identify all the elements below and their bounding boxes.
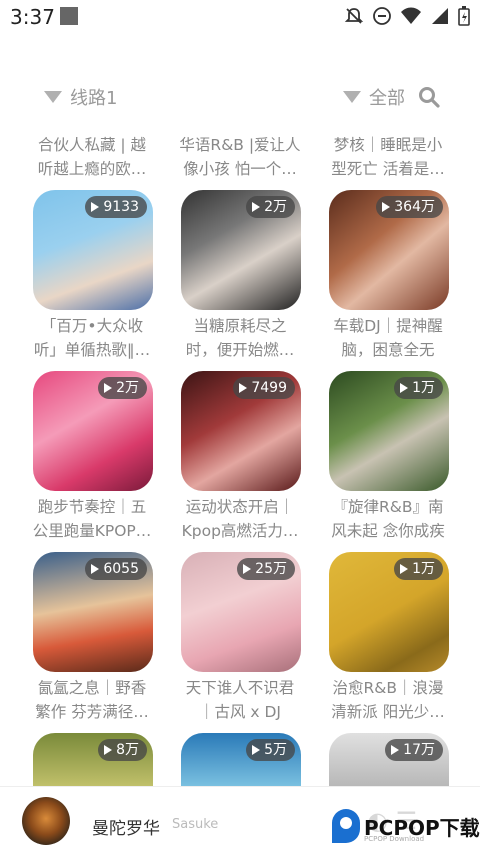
play-count: 8万 — [116, 742, 139, 758]
filter-bar: 线路1 全部 — [0, 84, 480, 112]
playlist-cover[interactable]: 364万 — [329, 190, 449, 310]
play-icon — [400, 383, 409, 393]
play-count-badge: 9133 — [85, 196, 147, 218]
search-icon[interactable] — [418, 86, 440, 108]
play-count: 2万 — [116, 380, 139, 396]
play-icon — [252, 202, 261, 212]
play-count-badge: 5万 — [246, 739, 295, 761]
playlist-cover[interactable]: 8万 — [33, 733, 153, 786]
play-count: 364万 — [394, 199, 435, 215]
playlist-cover[interactable]: 9133 — [33, 190, 153, 310]
playlist-title[interactable]: 当糖原耗尽之时，便开始燃… — [179, 314, 301, 362]
playlist-title[interactable]: 『旋律R&B』南风未起 念你成疾 — [327, 495, 449, 543]
playlist-title[interactable]: 车载DJ｜提神醒脑，困意全无 — [327, 314, 449, 362]
playlist-title[interactable]: 华语R&B |爱让人像小孩 怕一个… — [179, 133, 301, 181]
play-count: 5万 — [264, 742, 287, 758]
mute-bell-icon — [344, 8, 364, 24]
playlist-title[interactable]: 氤氲之息｜野香繁作 芬芳满径… — [31, 676, 153, 724]
play-count-badge: 17万 — [385, 739, 443, 761]
battery-icon — [458, 6, 470, 26]
playlist-title[interactable]: 运动状态开启｜Kpop高燃活力… — [179, 495, 301, 543]
watermark-logo: PCPOP下载 PCPOP Download — [332, 809, 480, 843]
status-bar: 3:37 — [0, 0, 480, 34]
play-icon — [252, 745, 261, 755]
playlist-cover[interactable]: 7499 — [181, 371, 301, 491]
playlist-title[interactable]: 梦核｜睡眠是小型死亡 活着是… — [327, 133, 449, 181]
play-icon — [239, 383, 248, 393]
playlist-cover[interactable]: 6055 — [33, 552, 153, 672]
play-count: 25万 — [255, 561, 287, 577]
playlist-title[interactable]: 「百万•大众收听」单循热歌‖… — [31, 314, 153, 362]
play-count: 6055 — [103, 561, 139, 577]
play-count-badge: 1万 — [394, 377, 443, 399]
dropdown-triangle-icon — [343, 91, 361, 103]
playlist-title[interactable]: 跑步节奏控｜五公里跑量KPOP… — [31, 495, 153, 543]
play-count-badge: 6055 — [85, 558, 147, 580]
playlist-title[interactable]: 天下谁人不识君｜古风 x DJ — [179, 676, 301, 724]
play-icon — [104, 383, 113, 393]
status-time: 3:37 — [10, 5, 55, 29]
play-count: 17万 — [403, 742, 435, 758]
play-icon — [391, 745, 400, 755]
mini-player[interactable]: 曼陀罗华 Sasuke ◐ ☰ PCPOP下载 PCPOP Download — [0, 786, 480, 854]
notification-icon — [60, 7, 78, 25]
wifi-icon — [401, 7, 421, 24]
play-icon — [91, 202, 100, 212]
album-art[interactable] — [22, 797, 70, 845]
play-count: 7499 — [251, 380, 287, 396]
play-icon — [400, 564, 409, 574]
play-icon — [243, 564, 252, 574]
play-icon — [104, 745, 113, 755]
status-icons — [344, 6, 470, 26]
song-title: 曼陀罗华 — [92, 819, 160, 839]
route-filter-label: 线路1 — [70, 88, 118, 109]
playlist-cover[interactable]: 5万 — [181, 733, 301, 786]
dnd-icon — [373, 7, 391, 25]
play-count-badge: 25万 — [237, 558, 295, 580]
playlist-cover[interactable]: 25万 — [181, 552, 301, 672]
playlist-cover[interactable]: 2万 — [33, 371, 153, 491]
play-count: 1万 — [412, 561, 435, 577]
playlist-title[interactable]: 合伙人私藏 | 越听越上瘾的欧… — [31, 133, 153, 181]
watermark-sub: PCPOP Download — [364, 835, 425, 843]
category-filter[interactable]: 全部 — [343, 84, 405, 110]
play-count-badge: 364万 — [376, 196, 443, 218]
play-count-badge: 1万 — [394, 558, 443, 580]
play-count: 9133 — [103, 199, 139, 215]
dropdown-triangle-icon — [44, 91, 62, 103]
play-count: 1万 — [412, 380, 435, 396]
logo-pin-icon — [332, 809, 360, 843]
signal-icon — [432, 8, 448, 24]
play-count: 2万 — [264, 199, 287, 215]
route-filter[interactable]: 线路1 — [44, 84, 117, 110]
playlist-cover[interactable]: 2万 — [181, 190, 301, 310]
playlist-cover[interactable]: 17万 — [329, 733, 449, 786]
play-count-badge: 2万 — [246, 196, 295, 218]
playlist-cover[interactable]: 1万 — [329, 552, 449, 672]
play-count-badge: 7499 — [233, 377, 295, 399]
play-count-badge: 2万 — [98, 377, 147, 399]
play-count-badge: 8万 — [98, 739, 147, 761]
category-filter-label: 全部 — [369, 88, 405, 109]
playlist-cover[interactable]: 1万 — [329, 371, 449, 491]
playlist-title[interactable]: 治愈R&B｜浪漫清新派 阳光少… — [327, 676, 449, 724]
play-icon — [382, 202, 391, 212]
artist-name: Sasuke — [172, 817, 219, 832]
play-icon — [91, 564, 100, 574]
